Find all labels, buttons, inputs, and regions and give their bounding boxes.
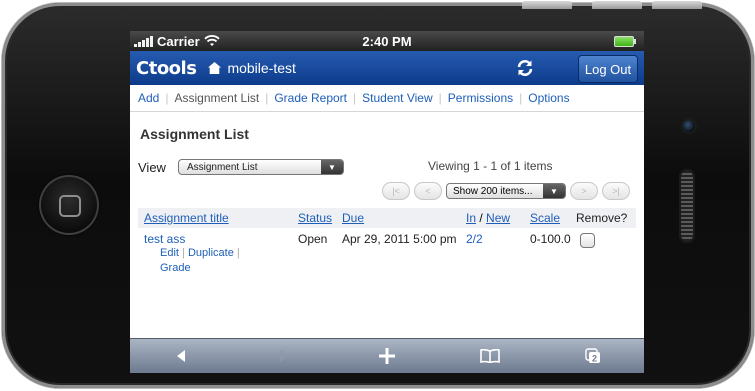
nav-separator: | (519, 91, 523, 105)
sort-scale-link[interactable]: Scale (530, 211, 560, 225)
nav-options[interactable]: Options (528, 91, 569, 105)
add-bookmark-icon[interactable] (357, 342, 417, 370)
phone-screen: Carrier 2:40 PM Ctools mobile-test Log O… (130, 31, 644, 373)
table-header-row: Assignment title Status Due In / New Sca… (138, 208, 636, 228)
last-page-icon[interactable]: >| (602, 182, 630, 200)
row-actions: Edit | Duplicate | Grade (160, 247, 240, 274)
assignment-status: Open (298, 232, 328, 246)
first-page-icon[interactable]: |< (382, 182, 410, 200)
assignment-scale: 0-100.0 (530, 232, 571, 246)
volume-button (592, 1, 642, 9)
nav-separator: | (353, 91, 357, 105)
view-select-value: Assignment List (186, 161, 258, 173)
refresh-icon[interactable] (515, 58, 535, 78)
view-label: View (138, 159, 166, 175)
assignments-table: Assignment title Status Due In / New Sca… (138, 208, 636, 280)
nav-separator: | (438, 91, 442, 105)
carrier-name: Carrier (157, 33, 200, 49)
next-page-icon[interactable]: > (570, 182, 598, 200)
pages-icon[interactable]: 2 (563, 342, 623, 370)
forward-arrow-icon[interactable] (254, 342, 314, 370)
phone-body: Carrier 2:40 PM Ctools mobile-test Log O… (2, 1, 754, 388)
signal-bars-icon (134, 35, 153, 47)
nav-assignment-list: Assignment List (174, 91, 260, 105)
page-title: Assignment List (140, 126, 249, 142)
app-header: Ctools mobile-test Log Out (130, 51, 644, 85)
view-select[interactable]: Assignment List ▼ (177, 159, 344, 175)
brand-logo[interactable]: Ctools (136, 58, 197, 79)
sort-status-link[interactable]: Status (298, 211, 332, 225)
header-slash: / (479, 211, 483, 225)
sort-new-link[interactable]: New (486, 211, 510, 225)
status-bar: Carrier 2:40 PM (130, 31, 644, 51)
assignment-due: Apr 29, 2011 5:00 pm (342, 232, 457, 246)
main-content: Assignment List View Assignment List ▼ V… (130, 112, 644, 280)
nav-permissions[interactable]: Permissions (448, 91, 513, 105)
browser-toolbar: 2 (130, 338, 644, 373)
pager: |< < Show 200 items... ▼ > >| (138, 180, 630, 202)
logout-button[interactable]: Log Out (578, 55, 638, 83)
in-new-link[interactable]: 2/2 (466, 232, 483, 246)
battery-icon (614, 35, 636, 47)
nav-student-view[interactable]: Student View (362, 91, 433, 105)
page-size-select[interactable]: Show 200 items... ▼ (446, 183, 566, 199)
sort-due-link[interactable]: Due (342, 211, 364, 225)
tool-nav: Add | Assignment List | Grade Report | S… (130, 85, 644, 112)
view-row: View Assignment List ▼ Viewing 1 - 1 of … (138, 156, 636, 178)
assignment-title-link[interactable]: test ass (144, 232, 185, 246)
pages-count: 2 (592, 354, 597, 364)
page-size-value: Show 200 items... (453, 185, 533, 197)
chevron-down-icon: ▼ (320, 160, 343, 174)
edit-link[interactable]: Edit (160, 247, 179, 259)
viewing-count: Viewing 1 - 1 of 1 items (428, 159, 553, 173)
front-camera (683, 120, 695, 132)
home-button[interactable] (39, 175, 99, 235)
speaker-grill (679, 169, 695, 243)
remove-header: Remove? (574, 208, 636, 228)
site-title[interactable]: mobile-test (208, 60, 296, 76)
chevron-down-icon: ▼ (543, 184, 565, 198)
grade-link[interactable]: Grade (160, 262, 191, 274)
bookmarks-book-icon[interactable] (460, 342, 520, 370)
remove-checkbox[interactable] (580, 233, 595, 248)
power-button (652, 1, 702, 9)
nav-separator: | (165, 91, 169, 105)
site-name: mobile-test (227, 60, 296, 76)
back-arrow-icon[interactable] (151, 342, 211, 370)
nav-separator: | (265, 91, 269, 105)
nav-grade-report[interactable]: Grade Report (274, 91, 347, 105)
volume-button (522, 1, 572, 9)
prev-page-icon[interactable]: < (414, 182, 442, 200)
duplicate-link[interactable]: Duplicate (188, 247, 234, 259)
nav-add[interactable]: Add (138, 91, 159, 105)
home-icon (208, 62, 222, 74)
sort-in-link[interactable]: In (466, 211, 476, 225)
wifi-icon (204, 35, 220, 46)
sort-title-link[interactable]: Assignment title (144, 211, 229, 225)
table-row: test ass Edit | Duplicate | Grade Open A… (138, 228, 636, 280)
